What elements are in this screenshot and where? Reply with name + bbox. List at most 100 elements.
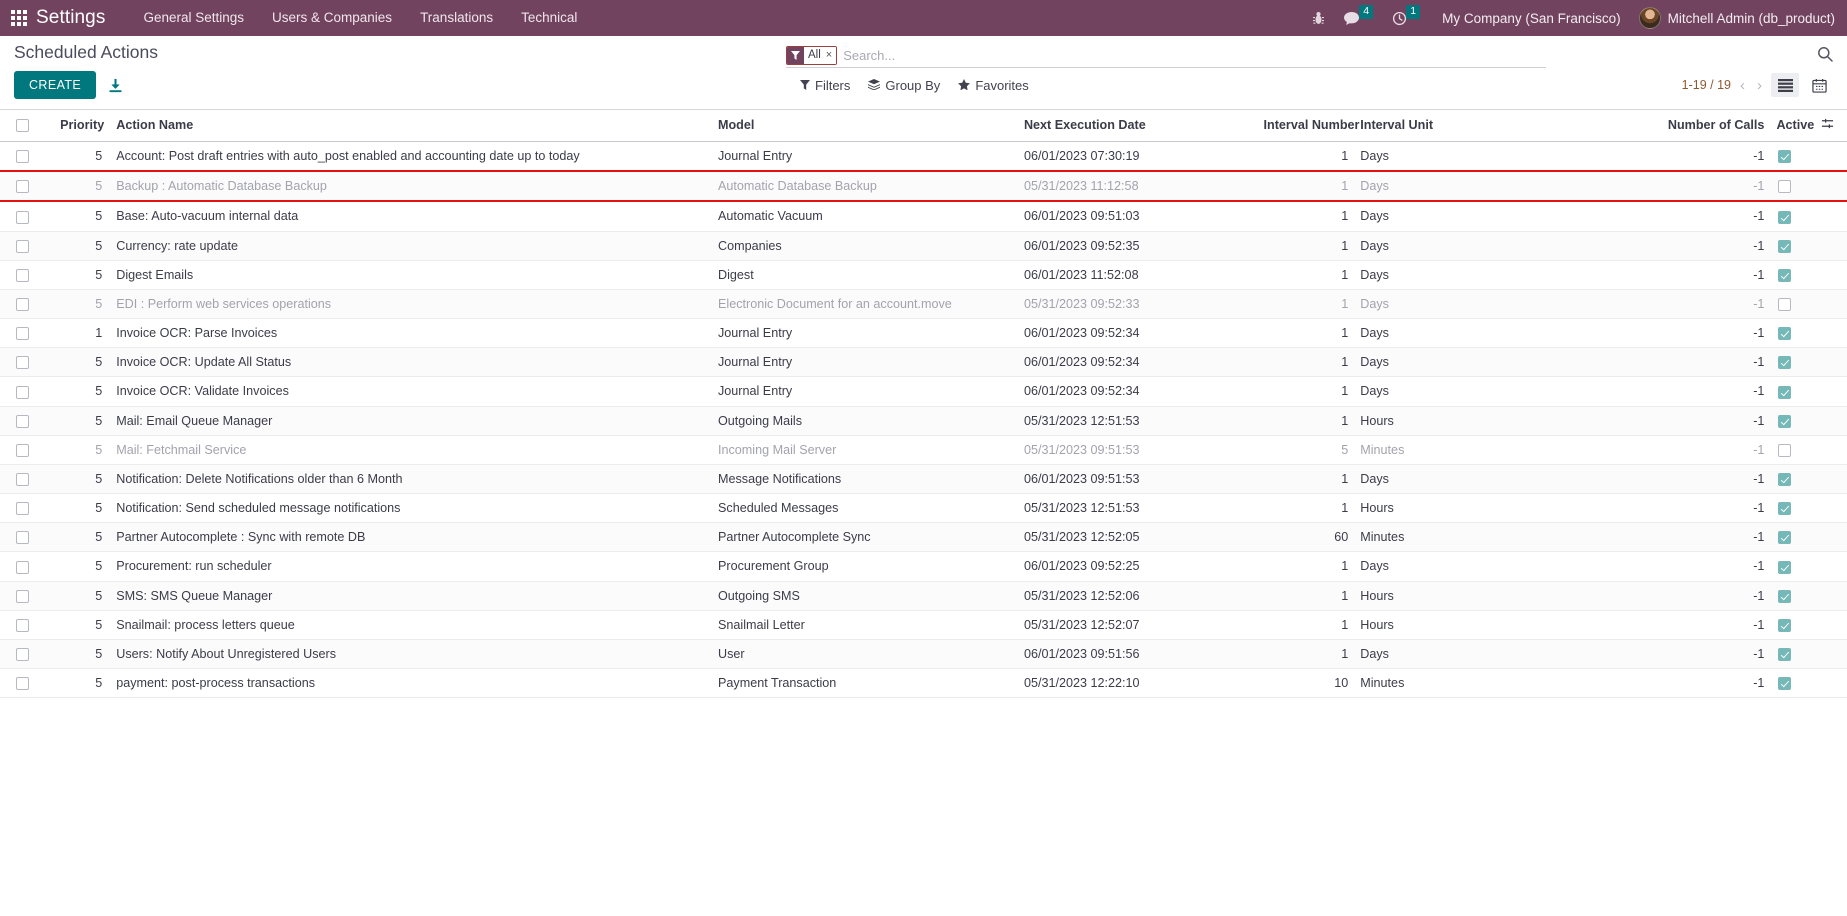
row-select-checkbox[interactable]	[15, 677, 29, 691]
header-interval-number[interactable]: Interval Number	[1257, 110, 1359, 142]
row-select-checkbox-cell[interactable]	[0, 639, 45, 670]
row-select-checkbox[interactable]	[15, 618, 29, 632]
row-select-checkbox-cell[interactable]	[0, 231, 45, 261]
row-select-checkbox-cell[interactable]	[0, 610, 45, 640]
favorites-dropdown[interactable]: Favorites	[958, 78, 1029, 93]
row-select-checkbox[interactable]	[15, 531, 29, 545]
row-select-checkbox-cell[interactable]	[0, 289, 45, 320]
table-row[interactable]: 5 Notification: Send scheduled message no…	[0, 493, 1847, 524]
company-switcher[interactable]: My Company (San Francisco)	[1430, 11, 1633, 26]
table-row[interactable]: 5 Mail: Fetchmail Service Incoming Mail Se…	[0, 435, 1847, 465]
table-row[interactable]: 5 payment: post-process transactions Payme…	[0, 668, 1847, 699]
clock-icon[interactable]: 1	[1383, 0, 1430, 36]
cell-active[interactable]	[1770, 170, 1809, 203]
cell-active[interactable]	[1770, 639, 1809, 670]
cell-active[interactable]	[1770, 231, 1809, 261]
search-icon[interactable]	[1817, 46, 1833, 67]
header-model[interactable]: Model	[712, 110, 1018, 142]
cell-active[interactable]	[1770, 406, 1809, 436]
breadcrumb[interactable]: Scheduled Actions	[14, 36, 158, 63]
table-row[interactable]: 1 Invoice OCR: Parse Invoices Journal Entr…	[0, 318, 1847, 349]
active-checkbox[interactable]	[1778, 327, 1792, 341]
cell-active[interactable]	[1770, 668, 1809, 699]
row-select-checkbox-cell[interactable]	[0, 260, 45, 290]
cell-active[interactable]	[1770, 522, 1809, 553]
table-row[interactable]: 5 Procurement: run scheduler Procurement G…	[0, 551, 1847, 582]
row-select-checkbox-cell[interactable]	[0, 435, 45, 465]
header-priority[interactable]: Priority	[44, 110, 111, 142]
cell-active[interactable]	[1770, 289, 1809, 320]
table-row[interactable]: 5 Invoice OCR: Validate Invoices Journal E…	[0, 376, 1847, 407]
cell-active[interactable]	[1770, 493, 1809, 524]
row-select-checkbox[interactable]	[15, 356, 29, 370]
active-checkbox[interactable]	[1778, 648, 1792, 662]
table-row[interactable]: 5 SMS: SMS Queue Manager Outgoing SMS 05/31…	[0, 581, 1847, 611]
table-row[interactable]: 5 Digest Emails Digest 06/01/2023 11:52:08 1…	[0, 260, 1847, 290]
active-checkbox[interactable]	[1778, 239, 1792, 253]
active-checkbox[interactable]	[1778, 589, 1792, 603]
table-row[interactable]: 5 Currency: rate update Companies 06/01/202…	[0, 231, 1847, 261]
row-select-checkbox[interactable]	[15, 473, 29, 487]
row-select-checkbox[interactable]	[15, 589, 29, 603]
table-row[interactable]: 5 Invoice OCR: Update All Status Journal E…	[0, 347, 1847, 378]
active-checkbox[interactable]	[1778, 210, 1792, 224]
row-select-checkbox[interactable]	[15, 210, 29, 224]
active-checkbox[interactable]	[1778, 618, 1792, 632]
active-checkbox[interactable]	[1778, 356, 1792, 370]
active-checkbox[interactable]	[1778, 443, 1792, 457]
calendar-view-button[interactable]	[1805, 73, 1833, 97]
row-select-checkbox[interactable]	[15, 560, 29, 574]
cell-active[interactable]	[1770, 376, 1809, 407]
cell-active[interactable]	[1770, 201, 1809, 232]
filters-dropdown[interactable]: Filters	[800, 78, 850, 93]
row-select-checkbox-cell[interactable]	[0, 493, 45, 524]
bug-icon[interactable]	[1303, 0, 1334, 36]
row-select-checkbox[interactable]	[15, 648, 29, 662]
app-brand-settings[interactable]: Settings	[36, 7, 105, 29]
active-checkbox[interactable]	[1778, 531, 1792, 545]
search-facet-all[interactable]: All ×	[786, 46, 838, 65]
row-select-checkbox-cell[interactable]	[0, 318, 45, 349]
pager-value[interactable]: 1-19 / 19	[1682, 78, 1731, 92]
upload-icon[interactable]	[108, 78, 123, 93]
messages-icon[interactable]: 4	[1334, 0, 1383, 36]
table-row[interactable]: 5 Mail: Email Queue Manager Outgoing Mails…	[0, 406, 1847, 436]
groupby-dropdown[interactable]: Group By	[868, 78, 940, 93]
menu-general-settings[interactable]: General Settings	[129, 0, 258, 36]
table-row[interactable]: 5 Backup : Automatic Database Backup Autom…	[0, 170, 1847, 203]
row-select-checkbox[interactable]	[15, 180, 29, 194]
header-active[interactable]: Active	[1770, 110, 1814, 142]
create-button[interactable]: CREATE	[14, 71, 97, 99]
row-select-checkbox-cell[interactable]	[0, 551, 45, 582]
active-checkbox[interactable]	[1778, 298, 1792, 312]
user-menu[interactable]: Mitchell Admin (db_product)	[1633, 7, 1835, 29]
active-checkbox[interactable]	[1778, 180, 1792, 194]
cell-active[interactable]	[1770, 260, 1809, 290]
row-select-checkbox-cell[interactable]	[0, 201, 45, 232]
chevron-left-icon[interactable]: ‹	[1737, 78, 1748, 93]
table-row[interactable]: 5 Notification: Delete Notifications olde…	[0, 464, 1847, 495]
row-select-checkbox-cell[interactable]	[0, 170, 45, 203]
table-row[interactable]: 5 Base: Auto-vacuum internal data Automati…	[0, 201, 1847, 232]
cell-active[interactable]	[1770, 141, 1809, 172]
row-select-checkbox[interactable]	[15, 502, 29, 516]
menu-technical[interactable]: Technical	[507, 0, 591, 36]
header-action-name[interactable]: Action Name	[110, 110, 712, 142]
row-select-checkbox-cell[interactable]	[0, 464, 45, 495]
row-select-checkbox-cell[interactable]	[0, 581, 45, 611]
row-select-checkbox-cell[interactable]	[0, 347, 45, 378]
active-checkbox[interactable]	[1778, 677, 1792, 691]
cell-active[interactable]	[1770, 435, 1809, 465]
active-checkbox[interactable]	[1778, 268, 1792, 282]
list-view-button[interactable]	[1771, 73, 1799, 97]
row-select-checkbox-cell[interactable]	[0, 141, 45, 172]
row-select-checkbox-cell[interactable]	[0, 376, 45, 407]
active-checkbox[interactable]	[1778, 385, 1792, 399]
header-next-execution-date[interactable]: Next Execution Date	[1017, 110, 1258, 142]
active-checkbox[interactable]	[1778, 414, 1792, 428]
cell-active[interactable]	[1770, 581, 1809, 611]
search-facet-remove-icon[interactable]: ×	[824, 47, 837, 64]
table-row[interactable]: 5 Partner Autocomplete : Sync with remote…	[0, 522, 1847, 553]
row-select-checkbox[interactable]	[15, 414, 29, 428]
header-interval-unit[interactable]: Interval Unit	[1354, 110, 1597, 142]
